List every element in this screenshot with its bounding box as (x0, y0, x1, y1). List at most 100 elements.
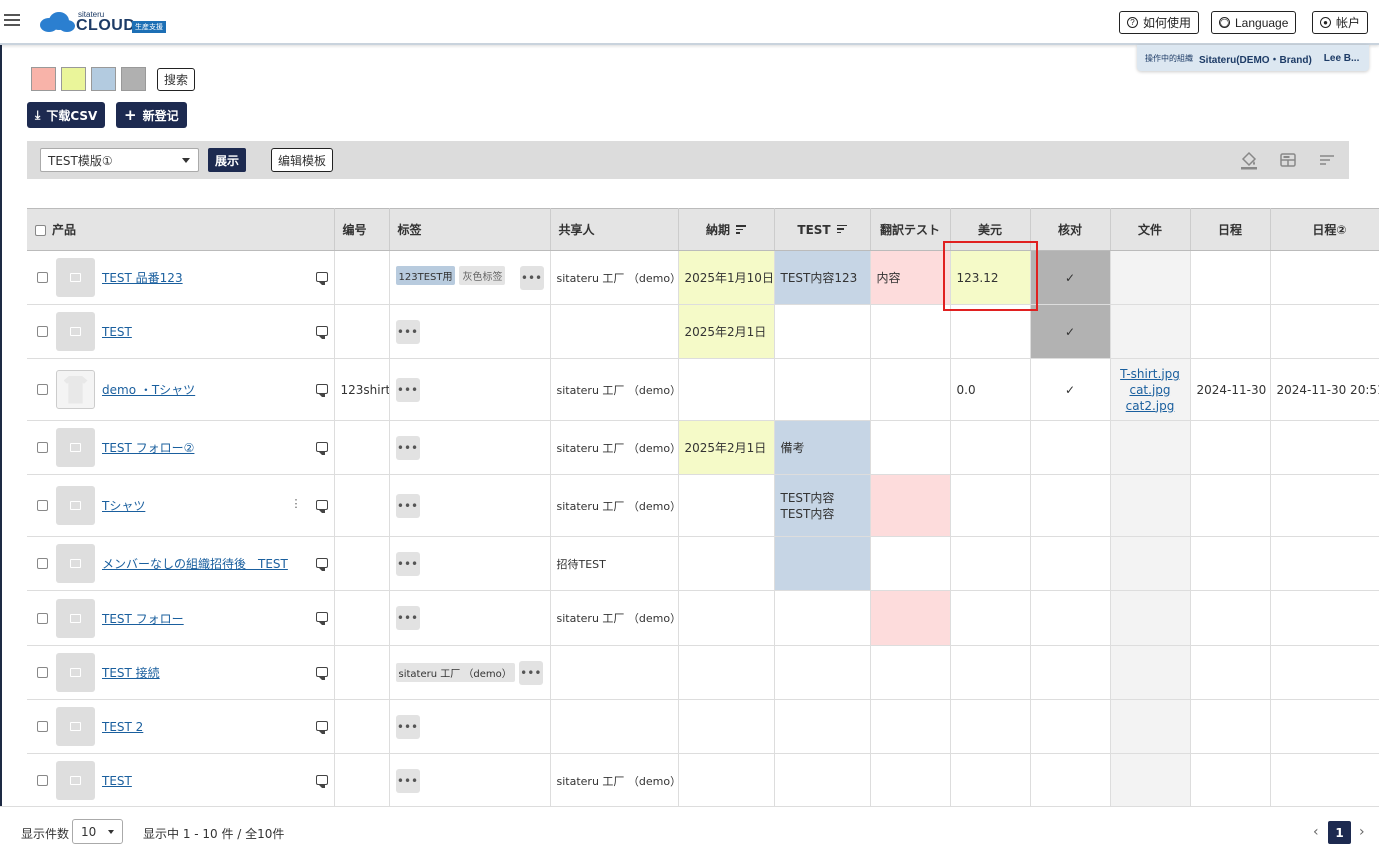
schedule-cell[interactable] (1190, 474, 1271, 537)
translate-cell[interactable] (870, 474, 951, 537)
more-icon[interactable]: ••• (395, 377, 420, 402)
row-checkbox[interactable] (37, 500, 48, 511)
schedule-cell[interactable] (1190, 699, 1271, 754)
product-link[interactable]: TEST (102, 325, 132, 339)
usd-cell[interactable] (950, 699, 1031, 754)
usd-cell[interactable] (950, 590, 1031, 646)
check-cell[interactable] (1030, 699, 1111, 754)
table-row[interactable]: TEST 接続 sitateru 工厂 （demo） ••• (27, 645, 1379, 700)
comment-icon[interactable] (315, 612, 328, 625)
more-icon[interactable]: ••• (395, 493, 420, 518)
color-filter-yellow[interactable] (61, 67, 86, 91)
template-select[interactable]: TEST模版① (40, 148, 199, 172)
test-cell[interactable] (774, 699, 871, 754)
check-cell[interactable] (1030, 474, 1111, 537)
comment-icon[interactable] (315, 774, 328, 788)
check-cell[interactable]: ✓ (1030, 358, 1111, 421)
row-checkbox[interactable] (37, 272, 48, 283)
row-checkbox[interactable] (37, 667, 48, 678)
schedule2-cell[interactable] (1270, 645, 1379, 700)
table-row[interactable]: Tシャツ ⋮ ••• sitateru 工厂 （demo） TEST内容 TEST内… (27, 474, 1379, 537)
deadline-cell[interactable] (678, 699, 775, 754)
deadline-cell[interactable] (678, 753, 775, 806)
product-link[interactable]: demo ・Tシャツ (102, 381, 195, 398)
tag-badge[interactable]: 灰色标签 (459, 265, 506, 285)
test-cell[interactable]: TEST内容 TEST内容 (774, 474, 871, 537)
row-checkbox[interactable] (37, 612, 48, 624)
translate-cell[interactable] (870, 753, 951, 806)
test-cell[interactable] (774, 536, 871, 591)
sort-icon[interactable] (736, 225, 746, 236)
test-cell[interactable] (774, 304, 871, 359)
table-row[interactable]: TEST 2 ••• (27, 699, 1379, 754)
language-button[interactable]: ◯ Language (1211, 11, 1297, 34)
logo[interactable]: sitateru CLOUD 生産支援 (0, 0, 200, 44)
row-checkbox[interactable] (37, 721, 48, 732)
check-cell[interactable] (1030, 645, 1111, 700)
comment-icon[interactable] (315, 383, 328, 397)
product-link[interactable]: TEST (102, 774, 132, 788)
schedule-cell[interactable] (1190, 590, 1271, 646)
check-cell[interactable] (1030, 753, 1111, 806)
schedule-cell[interactable] (1190, 753, 1271, 806)
usd-cell[interactable] (950, 304, 1031, 359)
per-page-select[interactable]: 10 (72, 819, 123, 844)
comment-icon[interactable] (315, 271, 328, 285)
usd-cell[interactable]: 0.0 (950, 358, 1031, 421)
col-test[interactable]: TEST (774, 208, 871, 251)
schedule2-cell[interactable] (1270, 590, 1379, 646)
test-cell[interactable] (774, 358, 871, 421)
product-link[interactable]: TEST フォロー② (102, 439, 194, 456)
usd-cell[interactable] (950, 420, 1031, 475)
more-icon[interactable]: ••• (518, 660, 543, 685)
table-row[interactable]: TEST フォロー ••• sitateru 工厂 （demo） (27, 590, 1379, 646)
sort-icon[interactable] (836, 224, 847, 236)
more-icon[interactable]: ••• (395, 319, 420, 344)
template-show-button[interactable]: 展示 (208, 148, 246, 172)
more-icon[interactable]: ••• (395, 606, 420, 630)
translate-cell[interactable]: 内容 (870, 250, 951, 305)
test-cell[interactable]: TEST内容123 (774, 250, 871, 305)
schedule-cell[interactable]: 2024-11-30 (1190, 358, 1271, 421)
help-button[interactable]: ? 如何使用 (1119, 11, 1200, 34)
table-row[interactable]: demo ・Tシャツ 123shirt ••• sitateru 工厂 （dem… (27, 358, 1379, 421)
color-filter-gray[interactable] (121, 67, 146, 91)
kebab-menu-icon[interactable]: ⋮ (291, 496, 302, 509)
chevron-right-icon[interactable]: › (1359, 824, 1365, 840)
row-checkbox[interactable] (37, 775, 48, 786)
schedule-cell[interactable] (1190, 250, 1271, 305)
translate-cell[interactable] (870, 536, 951, 591)
table-row[interactable]: TEST ••• sitateru 工厂 （demo） (27, 753, 1379, 806)
translate-cell[interactable] (870, 590, 951, 646)
select-all-checkbox[interactable] (35, 225, 46, 236)
file-link[interactable]: T-shirt.jpg (1120, 367, 1180, 381)
deadline-cell[interactable]: 2025年2月1日 (678, 304, 775, 359)
product-link[interactable]: TEST 接続 (102, 664, 160, 681)
search-button[interactable]: 搜索 (157, 68, 195, 91)
usd-cell[interactable] (950, 536, 1031, 591)
table-row[interactable]: TEST フォロー② ••• sitateru 工厂 （demo） 2025年2… (27, 420, 1379, 475)
check-cell[interactable] (1030, 536, 1111, 591)
schedule2-cell[interactable] (1270, 250, 1379, 305)
product-link[interactable]: TEST 2 (102, 720, 143, 734)
file-link[interactable]: cat2.jpg (1126, 399, 1175, 413)
tag-badge[interactable]: sitateru 工厂 （demo） (395, 663, 515, 682)
schedule2-cell[interactable] (1270, 474, 1379, 537)
check-cell[interactable] (1030, 590, 1111, 646)
deadline-cell[interactable] (678, 536, 775, 591)
account-button[interactable]: ● 帐户 (1312, 11, 1369, 34)
test-cell[interactable] (774, 590, 871, 646)
edit-template-button[interactable]: 编辑模板 (271, 148, 333, 172)
table-row[interactable]: TEST 品番123 123TEST用 灰色标签 ••• sitateru 工厂 （… (27, 250, 1379, 305)
product-link[interactable]: TEST 品番123 (102, 269, 183, 286)
comment-icon[interactable] (315, 720, 328, 734)
download-csv-button[interactable]: ⤓ 下载CSV (27, 102, 106, 128)
comment-icon[interactable] (315, 441, 328, 455)
table-row[interactable]: メンバーなしの組織招待後 TEST ••• 招待TEST (27, 536, 1379, 591)
paint-bucket-icon[interactable] (1239, 150, 1259, 170)
row-checkbox[interactable] (37, 558, 48, 569)
color-filter-red[interactable] (31, 67, 56, 91)
test-cell[interactable] (774, 645, 871, 700)
test-cell[interactable] (774, 753, 871, 806)
more-icon[interactable]: ••• (395, 435, 420, 460)
